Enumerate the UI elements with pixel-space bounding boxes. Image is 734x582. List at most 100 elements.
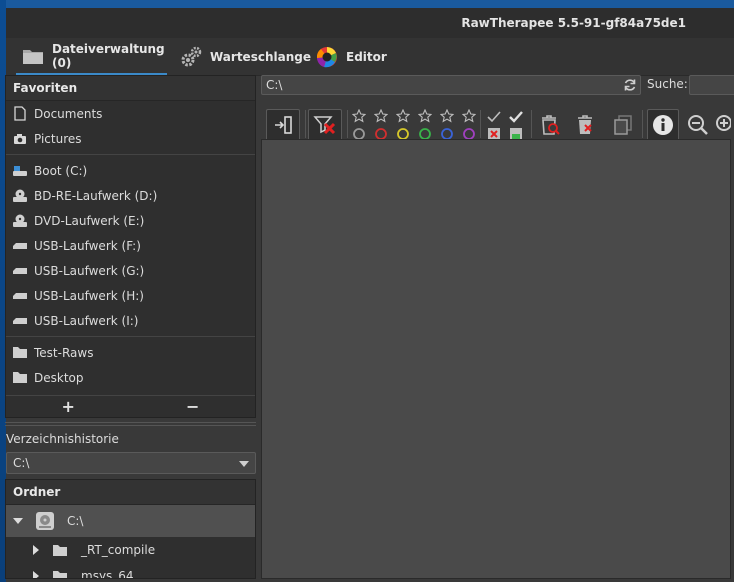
drive-item-c[interactable]: Boot (C:): [6, 158, 255, 183]
tab-label: Editor: [346, 50, 387, 64]
rank-5-star-icon[interactable]: [462, 109, 478, 123]
drive-item-d[interactable]: BD-RE-Laufwerk (D:): [6, 183, 255, 208]
favorite-documents[interactable]: Documents: [6, 101, 255, 126]
usb-drive-icon: [12, 263, 28, 279]
drive-item-i[interactable]: USB-Laufwerk (I:): [6, 308, 255, 333]
rank-1-star-icon[interactable]: [374, 109, 390, 123]
separator: [6, 336, 255, 337]
trash-remove-icon: [575, 114, 597, 136]
chevron-down-icon: [239, 461, 249, 467]
drive-label: USB-Laufwerk (H:): [34, 288, 144, 303]
folders-title: Ordner: [6, 480, 255, 505]
remove-favorite-button[interactable]: −: [131, 396, 256, 417]
favorite-pictures[interactable]: Pictures: [6, 126, 255, 151]
bookmark-label: Test-Raws: [34, 345, 94, 360]
toolbar-separator: [531, 110, 532, 138]
favorites-actions: + −: [6, 395, 255, 417]
expander-open-icon[interactable]: [13, 518, 23, 524]
folder-icon: [12, 345, 28, 361]
usb-drive-icon: [12, 313, 28, 329]
usb-drive-icon: [12, 288, 28, 304]
tab-queue[interactable]: Warteschlange: [178, 38, 311, 76]
filter-toolbar: [261, 100, 731, 141]
folders-panel: Ordner C:\ _RT_compile msys_64: [5, 479, 256, 579]
camera-icon: [12, 131, 28, 147]
rank-unrated-star-icon[interactable]: [352, 109, 368, 123]
panel-toggle-icon: [273, 115, 293, 135]
path-input[interactable]: C:\: [261, 75, 641, 95]
clear-filter-button[interactable]: [308, 109, 342, 141]
drive-icon: [35, 511, 55, 531]
zoom-in-button[interactable]: [715, 109, 731, 141]
drive-label: DVD-Laufwerk (E:): [34, 213, 145, 228]
filter-edited-button[interactable]: [483, 109, 505, 124]
rank-4-star-icon[interactable]: [440, 109, 456, 123]
tab-file-browser[interactable]: Dateiverwaltung (0): [16, 38, 167, 76]
tab-label: Warteschlange: [210, 50, 311, 64]
history-label: Verzeichnishistorie: [6, 432, 119, 446]
search-label: Suche:: [647, 77, 688, 91]
drive-item-e[interactable]: DVD-Laufwerk (E:): [6, 208, 255, 233]
tree-label: msys_64: [81, 569, 134, 579]
refresh-icon[interactable]: [623, 78, 637, 97]
expander-closed-icon[interactable]: [33, 545, 39, 555]
drive-label: USB-Laufwerk (G:): [34, 263, 145, 278]
tree-row-root[interactable]: C:\: [6, 505, 255, 537]
show-info-button[interactable]: [647, 109, 679, 141]
optical-drive-icon: [12, 213, 28, 229]
search-input[interactable]: [689, 75, 734, 95]
tree-label: C:\: [67, 514, 84, 528]
favorites-panel: Favoriten Documents Pictures Boot (C:) B…: [5, 75, 256, 418]
rank-2-star-icon[interactable]: [396, 109, 412, 123]
toolbar-separator: [642, 110, 643, 138]
toolbar-separator: [480, 110, 481, 138]
thumbnail-browser[interactable]: [261, 139, 731, 579]
zoom-in-icon: [715, 114, 731, 136]
tab-bar: Dateiverwaltung (0) Warteschlange Editor: [6, 38, 734, 76]
tree-row[interactable]: msys_64: [6, 563, 255, 579]
add-favorite-button[interactable]: +: [6, 396, 131, 417]
drive-label: BD-RE-Laufwerk (D:): [34, 188, 158, 203]
toggle-browser-panel-button[interactable]: [266, 109, 300, 141]
color-wheel-icon: [316, 46, 338, 68]
rank-filter: [350, 109, 476, 141]
drive-item-h[interactable]: USB-Laufwerk (H:): [6, 283, 255, 308]
filter-saved-button[interactable]: [505, 109, 527, 124]
hide-trash-button[interactable]: [573, 109, 599, 141]
original-files-button[interactable]: [609, 109, 635, 141]
folder-icon: [12, 370, 28, 386]
history-dropdown[interactable]: C:\: [6, 452, 256, 474]
filter-clear-icon: [313, 114, 337, 136]
tab-editor[interactable]: Editor: [314, 38, 394, 76]
favorite-label: Pictures: [34, 131, 82, 146]
bookmark-test-raws[interactable]: Test-Raws: [6, 340, 255, 365]
drive-label: Boot (C:): [34, 163, 88, 178]
path-value: C:\: [266, 78, 283, 92]
tree-row[interactable]: _RT_compile: [6, 537, 255, 563]
zoom-out-icon: [687, 114, 709, 136]
rank-3-star-icon[interactable]: [418, 109, 434, 123]
panel-splitter[interactable]: [5, 422, 256, 426]
drive-item-g[interactable]: USB-Laufwerk (G:): [6, 258, 255, 283]
tab-label: Dateiverwaltung (0): [52, 41, 165, 70]
folder-icon: [52, 570, 68, 578]
toolbar-separator: [347, 110, 348, 138]
gears-icon: [180, 46, 202, 68]
document-icon: [12, 106, 28, 122]
drive-item-f[interactable]: USB-Laufwerk (F:): [6, 233, 255, 258]
tree-label: _RT_compile: [81, 543, 156, 557]
stacked-files-icon: [611, 114, 633, 136]
system-drive-icon: [12, 163, 28, 179]
usb-drive-icon: [12, 238, 28, 254]
drive-label: USB-Laufwerk (I:): [34, 313, 139, 328]
drive-label: USB-Laufwerk (F:): [34, 238, 141, 253]
bookmark-desktop[interactable]: Desktop: [6, 365, 255, 390]
zoom-out-button[interactable]: [685, 109, 711, 141]
optical-drive-icon: [12, 188, 28, 204]
toolbar-separator: [305, 110, 306, 138]
expander-closed-icon[interactable]: [33, 571, 39, 578]
title-bar[interactable]: RawTherapee 5.5-91-gf84a75de1: [6, 8, 734, 38]
show-trash-button[interactable]: [537, 109, 563, 141]
history-selected-value: C:\: [13, 456, 30, 470]
separator: [6, 154, 255, 155]
